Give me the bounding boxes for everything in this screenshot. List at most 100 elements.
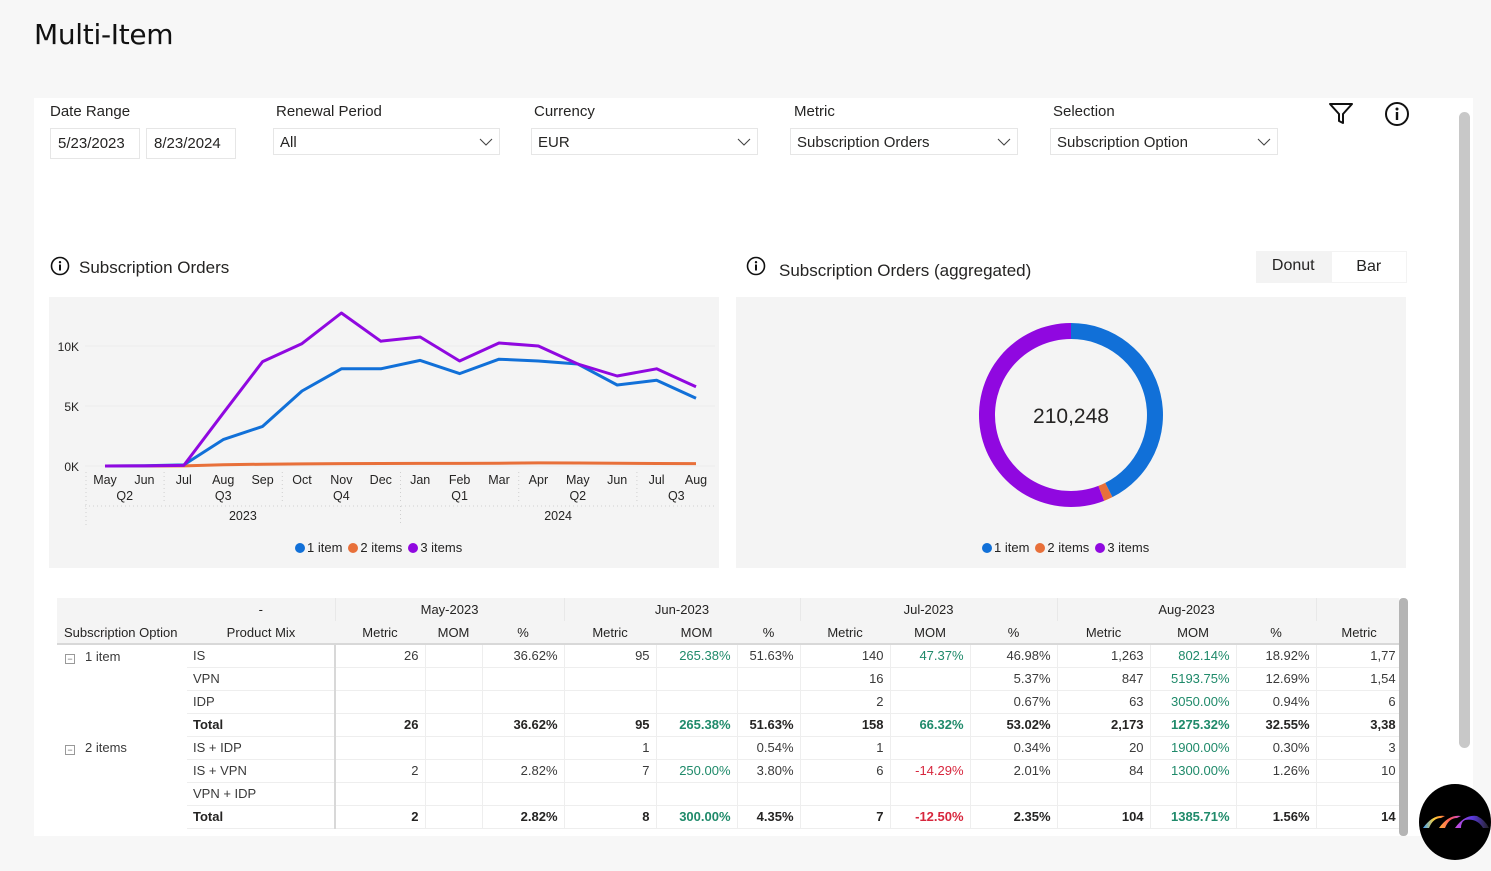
pct-cell	[482, 690, 565, 714]
mom-cell	[890, 690, 971, 714]
column-header-pct[interactable]: %	[1236, 621, 1317, 645]
collapse-icon[interactable]: −	[65, 745, 75, 755]
info-icon[interactable]	[50, 256, 70, 276]
mom-cell	[425, 667, 483, 691]
pct-cell: 51.63%	[737, 644, 801, 668]
mom-cell	[890, 782, 971, 806]
metric-cell: 2	[335, 759, 426, 783]
year-label: 2024	[544, 509, 572, 523]
pct-cell	[737, 667, 801, 691]
metric-dropdown[interactable]: Subscription Orders	[790, 128, 1018, 155]
page-title: Multi-Item	[34, 18, 174, 51]
collapse-icon[interactable]: −	[65, 653, 75, 664]
toggle-bar-button[interactable]: Bar	[1331, 252, 1406, 282]
metric-cell	[1057, 782, 1151, 806]
line-chart-legend: 1 item 2 items 3 items	[295, 540, 464, 555]
y-tick-label: 5K	[64, 400, 79, 414]
metric-cell	[335, 667, 426, 691]
mom-cell	[656, 736, 738, 760]
info-icon[interactable]	[1384, 101, 1410, 127]
series-line-3-items[interactable]	[104, 311, 697, 468]
column-header-metric[interactable]: Metric	[335, 621, 425, 645]
mom-cell	[890, 736, 971, 760]
metric-cell: 158	[800, 713, 891, 737]
legend-dot	[982, 542, 992, 553]
legend-item[interactable]: 2 items	[1035, 540, 1089, 555]
legend-item[interactable]: 1 item	[982, 540, 1029, 555]
mom-cell: 250.00%	[656, 759, 738, 783]
metric-cell: 3	[1316, 736, 1399, 760]
pct-cell: 46.98%	[970, 644, 1058, 668]
mom-cell: 1900.00%	[1150, 736, 1237, 760]
header-row-columns: Subscription Option Product Mix Metric MOM%…	[57, 621, 1399, 645]
column-header-metric[interactable]: Metric	[564, 621, 657, 645]
metric-cell: 10	[1316, 759, 1399, 783]
table-scrollbar[interactable]	[1399, 598, 1408, 836]
donut-chart-title: Subscription Orders (aggregated)	[779, 261, 1032, 280]
x-tick-label: Jul	[176, 473, 192, 487]
toggle-donut-button[interactable]: Donut	[1256, 251, 1331, 283]
matrix-table: - May-2023 Jun-2023 Jul-2023 Aug-2023 Subscri…	[57, 598, 1399, 836]
column-header-pct[interactable]: %	[737, 621, 801, 645]
column-header-mom[interactable]: MOM	[425, 621, 482, 645]
date-end-input[interactable]: 8/23/2024	[146, 128, 236, 159]
pct-cell: 0.34%	[970, 736, 1058, 760]
product-mix-cell: IS	[187, 644, 336, 668]
column-header-metric[interactable]: Metric	[1057, 621, 1151, 645]
filter-icon[interactable]	[1328, 101, 1354, 127]
subscription-option-cell	[57, 690, 187, 713]
column-header-mom[interactable]: MOM	[656, 621, 738, 645]
metric-cell: 1,54	[1316, 667, 1399, 691]
donut-chart-legend: 1 item 2 items 3 items	[982, 540, 1151, 555]
legend-label: 2 items	[360, 540, 403, 555]
x-tick-label: Dec	[370, 473, 392, 487]
selection-dropdown[interactable]: Subscription Option	[1050, 128, 1278, 155]
column-header-pct[interactable]: %	[482, 621, 565, 645]
header-row-months: - May-2023 Jun-2023 Jul-2023 Aug-2023	[57, 598, 1399, 621]
table-row: IDP 2 0.67% 63 3050.00% 0.94% 6	[57, 690, 1399, 714]
subscription-option-label: 2 items	[85, 740, 127, 755]
month-header: Jul-2023	[799, 598, 1058, 621]
metric-cell: 6	[1316, 690, 1399, 714]
mom-cell: 802.14%	[1150, 644, 1237, 668]
renewal-period-dropdown[interactable]: All	[273, 128, 500, 155]
chevron-down-icon	[1257, 138, 1271, 146]
pct-cell: 32.55%	[1236, 713, 1317, 737]
x-tick-label: Oct	[292, 473, 312, 487]
table-row: IS + VPN 2 2.82% 7 250.00% 3.80% 6 -14.29% 2.01%…	[57, 759, 1399, 783]
column-header-mom[interactable]: MOM	[1150, 621, 1237, 645]
month-header: May-2023	[334, 598, 565, 621]
product-mix-header[interactable]: Product Mix	[187, 621, 335, 645]
line-chart: 0K 5K 10K May Jun Jul Aug Sep Oct Nov Dec Jan Feb Mar…	[58, 311, 717, 525]
legend-item[interactable]: 1 item	[295, 540, 342, 555]
product-mix-cell: Total	[187, 805, 336, 829]
donut-chart: 210,248	[978, 323, 1163, 507]
pct-cell: 18.92%	[1236, 644, 1317, 668]
mom-cell: 5193.75%	[1150, 667, 1237, 691]
column-header-metric[interactable]: Metric	[1316, 621, 1399, 645]
page-scrollbar[interactable]	[1459, 112, 1470, 748]
chart-type-toggle: Donut Bar	[1256, 251, 1407, 283]
legend-item[interactable]: 3 items	[1095, 540, 1149, 555]
metric-cell: 7	[800, 805, 891, 829]
metric-cell	[1316, 782, 1399, 806]
legend-item[interactable]: 2 items	[348, 540, 402, 555]
legend-item[interactable]: 3 items	[408, 540, 462, 555]
line-chart-title: Subscription Orders	[79, 258, 230, 277]
info-icon[interactable]	[746, 256, 766, 276]
y-tick-label: 0K	[64, 460, 79, 474]
legend-dot	[1035, 542, 1046, 553]
currency-dropdown[interactable]: EUR	[531, 128, 758, 155]
date-start-input[interactable]: 5/23/2023	[50, 128, 140, 159]
column-header-mom[interactable]: MOM	[890, 621, 971, 645]
table-row: −1 item IS 26 36.62% 95 265.38% 51.63% 140 47.37…	[57, 644, 1399, 668]
metric-cell: 1,77	[1316, 644, 1399, 668]
assistant-button[interactable]	[1419, 784, 1491, 860]
metric-cell: 1	[800, 736, 891, 760]
column-header-pct[interactable]: %	[970, 621, 1058, 645]
subscription-option-header[interactable]: Subscription Option	[57, 621, 187, 645]
metric-cell: 26	[335, 644, 426, 668]
pct-cell: 51.63%	[737, 713, 801, 737]
month-header: Jun-2023	[563, 598, 801, 621]
column-header-metric[interactable]: Metric	[800, 621, 891, 645]
